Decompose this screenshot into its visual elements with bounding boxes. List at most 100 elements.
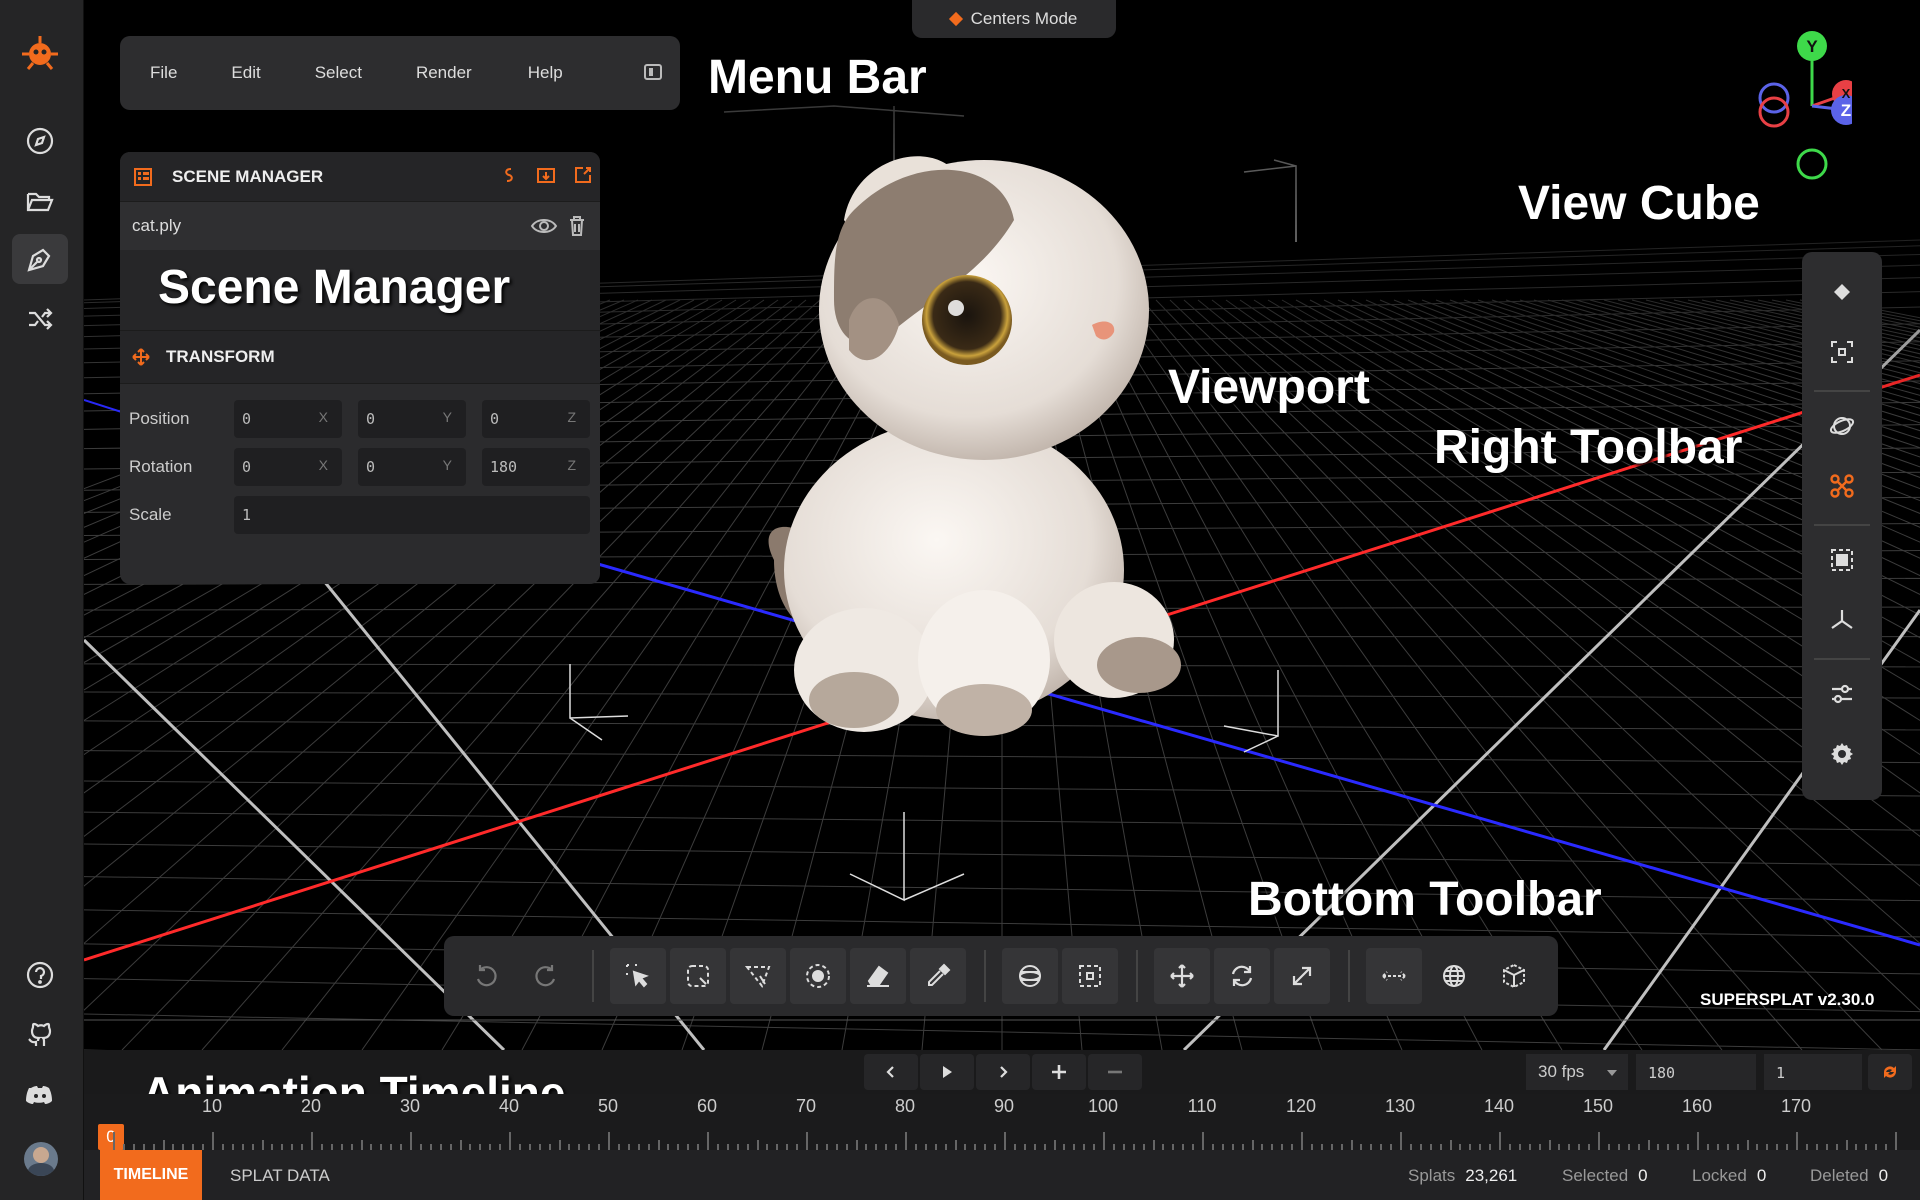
position-x-input[interactable]: 0X [234,400,342,438]
discord-icon[interactable] [12,1070,68,1120]
position-z-input[interactable]: 0Z [482,400,590,438]
prev-frame-button[interactable] [864,1054,918,1090]
tab-splat-data[interactable]: SPLAT DATA [230,1166,330,1186]
position-label: Position [129,409,190,428]
timeline-tick [1103,1132,1105,1150]
timeline-tick [1400,1132,1402,1150]
loop-icon [1884,1066,1896,1078]
speed-input[interactable]: 1 [1764,1054,1862,1090]
shuffle-icon[interactable] [12,294,68,344]
tab-timeline[interactable]: TIMELINE [100,1150,202,1200]
redo-icon[interactable] [518,948,574,1004]
import-icon[interactable] [536,166,556,184]
lasso-select-icon[interactable] [670,948,726,1004]
timeline-ruler[interactable]: 0 10 20 30 40 50 60 70 80 90 100 110 120 130 140 150 16… [84,1094,1920,1150]
eraser-icon[interactable] [850,948,906,1004]
rotation-x-value: 0 [242,458,252,476]
cube-icon[interactable] [1486,948,1542,1004]
view-cube[interactable]: Y X Z [1752,30,1852,190]
globe-icon[interactable] [1426,948,1482,1004]
menu-file[interactable]: File [150,63,177,83]
timeline-tick [1598,1132,1600,1150]
frames-input[interactable]: 180 [1636,1054,1756,1090]
minus-icon [1108,1070,1122,1074]
scale-input[interactable]: 1 [234,496,590,534]
measure-icon[interactable] [1366,948,1422,1004]
script-icon[interactable] [500,166,518,184]
eye-icon[interactable] [530,215,558,237]
undo-icon[interactable] [458,948,514,1004]
annotation-right-toolbar: Right Toolbar [1434,421,1743,474]
rotation-z-value: 180 [490,458,518,476]
timeline-tick-label: 110 [1187,1096,1217,1116]
scale-row: Scale 1 [120,496,600,534]
polygon-select-icon[interactable] [730,948,786,1004]
rotation-z-input[interactable]: 180 Z [482,448,590,486]
loop-button[interactable] [1868,1054,1912,1090]
speed-value: 1 [1776,1064,1786,1082]
orbit-icon[interactable] [1818,402,1866,450]
chevron-left-icon [886,1066,894,1078]
fly-icon[interactable] [1818,462,1866,510]
deleted-value: 0 [1878,1166,1889,1185]
cat-splat-model [768,156,1181,736]
position-y-input[interactable]: 0Y [358,400,466,438]
avatar[interactable] [24,1142,58,1176]
timeline-tick-label: 80 [894,1096,916,1116]
status-bar: TIMELINE SPLAT DATA Splats 23,261 Selecte… [84,1150,1920,1200]
focus-frame-icon[interactable] [1818,328,1866,376]
menu-edit[interactable]: Edit [231,63,260,83]
timeline-tick [1350,1140,1353,1150]
rotation-y-input[interactable]: 0Y [358,448,466,486]
scale-icon[interactable] [1274,948,1330,1004]
stat-selected: Selected 0 [1562,1166,1648,1186]
eyedropper-icon[interactable] [910,948,966,1004]
scene-item-cat[interactable]: cat.ply [120,202,600,250]
logo-icon[interactable] [20,32,60,72]
folder-open-icon[interactable] [12,176,68,226]
mode-label: Centers Mode [970,9,1078,28]
sliders-icon[interactable] [1818,670,1866,718]
timeline-tick [657,1140,660,1150]
rotate-icon[interactable] [1214,948,1270,1004]
picker-select-icon[interactable] [610,948,666,1004]
box-select-icon[interactable] [1062,948,1118,1004]
centers-mode-toggle[interactable]: Centers Mode [912,0,1116,38]
timeline-tick [1301,1132,1303,1150]
locked-value: 0 [1756,1166,1767,1185]
trash-icon[interactable] [568,215,586,237]
axes-icon[interactable] [1818,596,1866,644]
sphere-select-icon[interactable] [1002,948,1058,1004]
diamond-icon[interactable] [1818,268,1866,316]
add-keyframe-button[interactable] [1032,1054,1086,1090]
toggle-panel-icon[interactable] [644,64,662,80]
menu-select[interactable]: Select [315,63,362,83]
gear-icon[interactable] [1818,730,1866,778]
menu-help[interactable]: Help [528,63,563,83]
brush-select-icon[interactable] [790,948,846,1004]
scene-manager-title: SCENE MANAGER [172,166,324,186]
next-frame-button[interactable] [976,1054,1030,1090]
y-axis-label: Y [1806,37,1818,56]
scene-item-name: cat.ply [132,216,182,235]
current-frame-marker[interactable]: 0 [98,1124,124,1150]
annotation-bottom-toolbar: Bottom Toolbar [1248,873,1602,926]
export-icon[interactable] [574,166,592,184]
z-axis-label: Z [1841,101,1851,120]
frame-selection-icon[interactable] [1818,536,1866,584]
menu-render[interactable]: Render [416,63,472,83]
fps-select[interactable]: 30 fps [1526,1054,1628,1090]
timeline-tick [756,1140,759,1150]
compass-icon[interactable] [12,116,68,166]
play-button[interactable] [920,1054,974,1090]
timeline-tick [1202,1132,1204,1150]
move-icon[interactable] [1154,948,1210,1004]
github-icon[interactable] [12,1010,68,1060]
pen-tool-icon[interactable] [12,234,68,284]
help-circle-icon[interactable] [12,950,68,1000]
y-neg-handle[interactable] [1796,148,1828,180]
rotation-x-input[interactable]: 0X [234,448,342,486]
remove-keyframe-button[interactable] [1088,1054,1142,1090]
axis-z-label: Z [567,409,576,425]
transform-header: TRANSFORM [120,330,600,384]
